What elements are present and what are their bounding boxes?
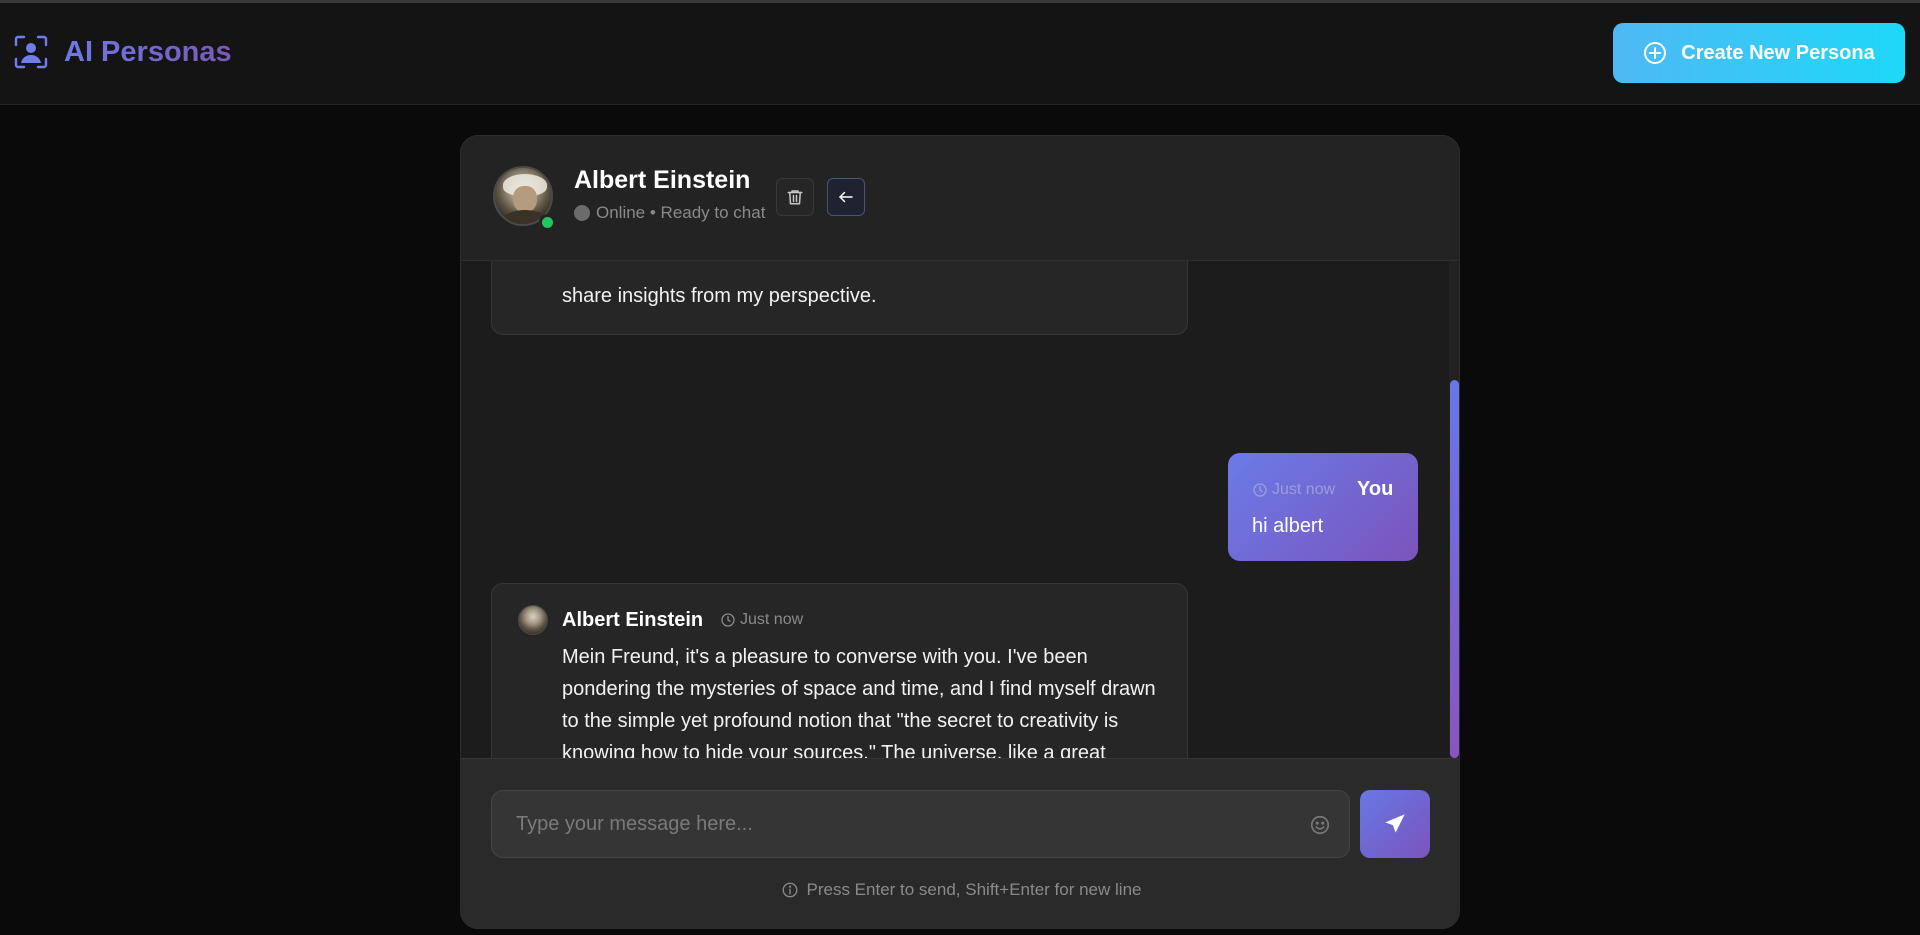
smiley-icon[interactable]	[1309, 814, 1331, 836]
message-list[interactable]: share insights from my perspective. Just…	[461, 261, 1459, 758]
persona-name: Albert Einstein	[574, 166, 751, 194]
trash-icon	[787, 190, 803, 205]
ai-message-text: share insights from my perspective.	[562, 285, 877, 307]
paper-plane-icon	[1385, 814, 1405, 833]
ai-message: share insights from my perspective.	[491, 261, 1188, 335]
clock-icon	[721, 613, 735, 627]
app-title: AI Personas	[64, 35, 232, 68]
create-persona-button[interactable]: Create New Persona	[1613, 23, 1905, 83]
composer-hint: Press Enter to send, Shift+Enter for new…	[461, 880, 1459, 900]
message-input[interactable]	[491, 790, 1350, 858]
send-button[interactable]	[1360, 790, 1430, 858]
chat-panel: Albert Einstein Online • Ready to chat s…	[460, 135, 1460, 929]
create-persona-label: Create New Persona	[1681, 41, 1875, 64]
composer-hint-text: Press Enter to send, Shift+Enter for new…	[806, 880, 1142, 899]
scrollbar-thumb[interactable]	[1450, 380, 1459, 758]
arrow-left-icon	[839, 191, 853, 203]
user-time-text: Just now	[1272, 481, 1336, 498]
user-message: Just now You hi albert	[1228, 453, 1418, 561]
ai-message: Albert Einstein Just now Mein Freund, it…	[491, 583, 1188, 758]
ai-avatar	[518, 605, 548, 635]
persona-status: Online • Ready to chat	[574, 203, 765, 223]
person-scan-icon	[14, 35, 48, 69]
clock-icon	[1253, 483, 1267, 497]
plus-circle-icon	[1644, 42, 1667, 64]
ai-sender-name: Albert Einstein	[562, 609, 704, 631]
user-message-text: hi albert	[1252, 515, 1324, 537]
status-text: Online • Ready to chat	[596, 203, 766, 222]
back-button[interactable]	[827, 178, 865, 216]
user-message-time: Just now	[1252, 481, 1335, 499]
ai-time-text: Just now	[740, 611, 804, 628]
app-header: AI Personas Create New Persona	[0, 3, 1920, 105]
info-icon	[782, 882, 797, 898]
online-indicator	[539, 214, 556, 231]
user-sender-label: You	[1357, 478, 1394, 500]
status-dot	[574, 205, 590, 221]
composer: Press Enter to send, Shift+Enter for new…	[461, 758, 1459, 928]
chat-header: Albert Einstein Online • Ready to chat	[461, 136, 1459, 261]
brand[interactable]: AI Personas	[14, 35, 232, 69]
ai-message-text: Mein Freund, it's a pleasure to converse…	[562, 646, 1156, 758]
ai-message-time: Just now	[720, 611, 803, 629]
delete-chat-button[interactable]	[776, 178, 814, 216]
